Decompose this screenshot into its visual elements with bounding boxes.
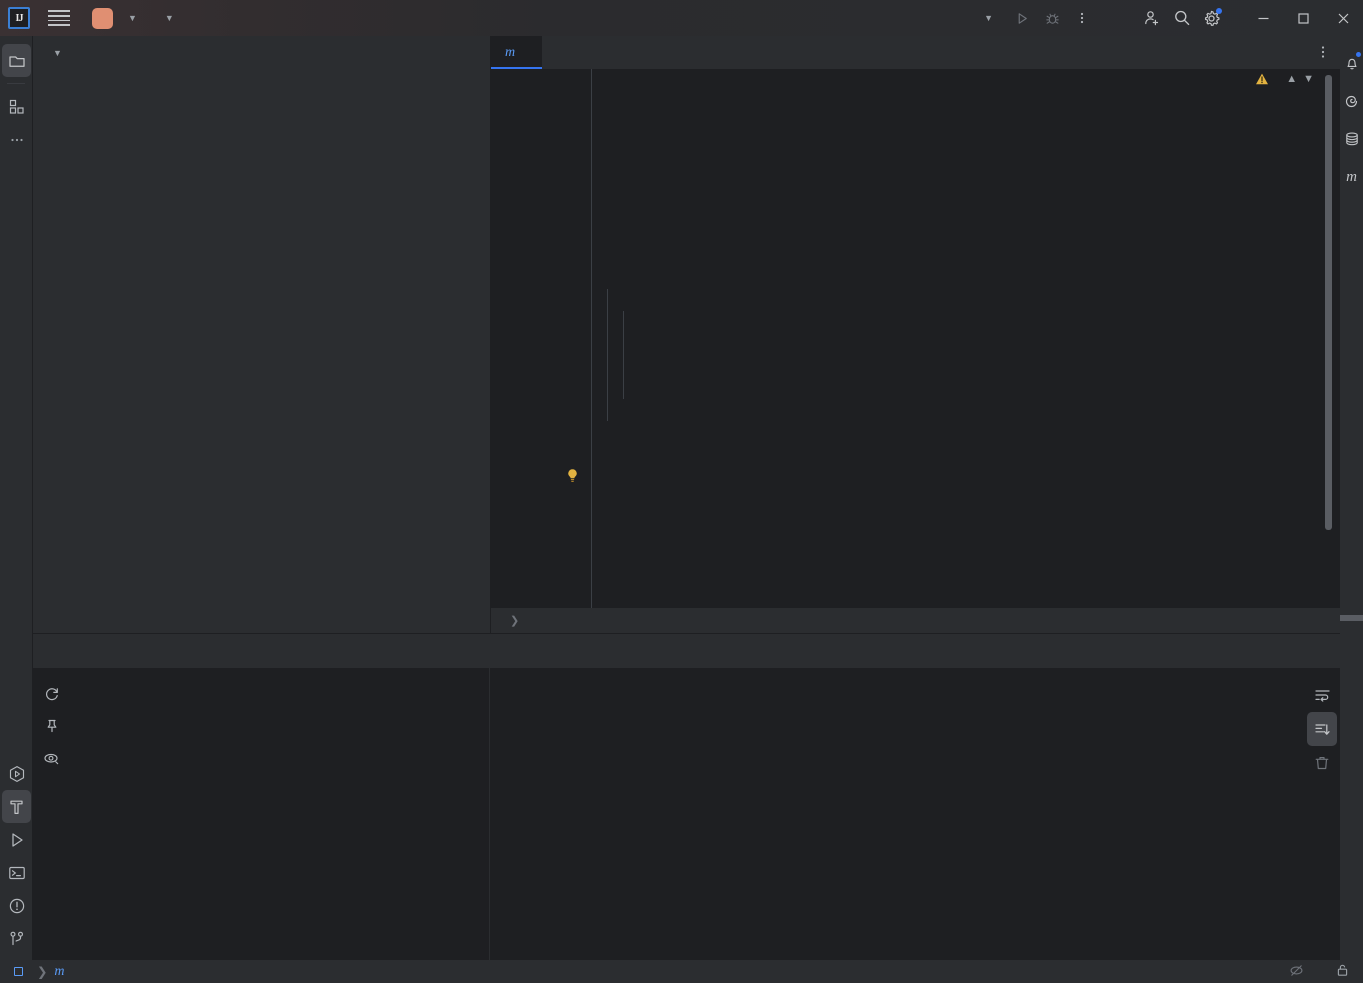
editor-area: m ▲ ▼ ❯ [491, 36, 1363, 633]
tab-sync[interactable] [71, 634, 81, 668]
project-tool-window: ▼ [33, 36, 491, 633]
settings-badge [1216, 8, 1222, 14]
build-tool-icon[interactable] [2, 790, 31, 823]
database-icon[interactable] [1340, 120, 1363, 158]
more-vertical-icon[interactable] [1067, 3, 1097, 33]
problems-tool-icon[interactable] [0, 889, 33, 922]
minimize-icon[interactable] [1243, 0, 1283, 36]
project-panel-header[interactable]: ▼ [33, 36, 490, 70]
delete-icon[interactable] [1304, 746, 1340, 780]
build-left-toolbar [33, 668, 70, 961]
build-right-toolbar [1304, 668, 1340, 961]
pin-icon[interactable] [33, 710, 70, 742]
build-tool-window [33, 633, 1340, 961]
status-right-group [1241, 963, 1363, 981]
chevron-right-icon: ❯ [37, 964, 48, 979]
chevron-down-icon: ▼ [164, 13, 174, 23]
code-editor[interactable]: ▲ ▼ [491, 69, 1363, 622]
run-tool-icon[interactable] [0, 823, 33, 856]
filter-eye-icon[interactable] [33, 742, 70, 774]
run-configuration-selector[interactable]: ▼ [978, 13, 993, 23]
maven-tool-icon[interactable]: m [1340, 158, 1363, 196]
chevron-down-icon[interactable]: ▼ [1303, 73, 1314, 85]
more-vertical-icon[interactable] [1316, 44, 1330, 65]
chevron-up-icon[interactable]: ▲ [1286, 73, 1297, 85]
breadcrumb[interactable]: ❯ [491, 608, 1340, 633]
debug-icon[interactable] [1037, 3, 1067, 33]
module-icon [14, 967, 23, 976]
intellij-logo-icon: IJ [8, 7, 30, 29]
title-bar: IJ ▼ ▼ ▼ [0, 0, 1363, 36]
soft-wrap-icon[interactable] [1304, 678, 1340, 712]
project-selector[interactable]: ▼ [92, 7, 137, 29]
build-console[interactable] [490, 668, 1304, 961]
inspection-widget[interactable]: ▲ ▼ [1255, 72, 1314, 86]
editor-vertical-scrollbar[interactable] [1325, 75, 1332, 530]
build-results-tree[interactable] [70, 668, 490, 961]
version-control-menu[interactable]: ▼ [159, 13, 174, 23]
left-tool-rail [0, 36, 33, 983]
search-icon[interactable] [1167, 3, 1197, 33]
refresh-icon[interactable] [33, 678, 70, 710]
notification-badge [1356, 52, 1361, 57]
hamburger-icon[interactable] [48, 5, 74, 31]
project-badge-icon [92, 7, 113, 29]
structure-tool-icon[interactable] [0, 90, 33, 123]
chevron-down-icon: ▼ [984, 13, 993, 23]
line-number-gutter [491, 69, 554, 622]
run-icon[interactable] [1007, 3, 1037, 33]
more-tools-icon[interactable] [0, 123, 33, 156]
maven-file-icon: m [54, 963, 65, 979]
chevron-right-icon: ❯ [510, 615, 520, 627]
project-tool-icon[interactable] [2, 44, 31, 77]
build-tab-bar [33, 634, 1340, 668]
git-branch-icon[interactable] [0, 922, 33, 955]
project-tree[interactable] [33, 70, 490, 74]
inspections-off-icon[interactable] [1289, 963, 1304, 981]
status-breadcrumb[interactable]: ❯ m [0, 964, 71, 980]
run-anything-icon[interactable] [0, 757, 33, 790]
gear-icon[interactable] [1197, 3, 1227, 33]
notifications-icon[interactable] [1340, 44, 1363, 82]
maximize-icon[interactable] [1283, 0, 1323, 36]
chevron-down-icon[interactable]: ▼ [53, 48, 62, 58]
intention-bulb-icon[interactable] [566, 468, 579, 489]
titlebar-right-group: ▼ [978, 0, 1363, 36]
code-content[interactable] [554, 69, 1340, 622]
warning-icon [1256, 73, 1269, 85]
close-icon[interactable] [1323, 0, 1363, 36]
maven-file-icon: m [505, 44, 516, 60]
right-tool-rail: m [1340, 36, 1363, 983]
chevron-down-icon: ▼ [128, 13, 137, 23]
status-bar: ❯ m [0, 960, 1363, 983]
terminal-tool-icon[interactable] [0, 856, 33, 889]
build-body [33, 668, 1340, 961]
editor-tab-bar: m [491, 36, 1340, 69]
rail-divider [7, 83, 25, 84]
add-account-icon[interactable] [1137, 3, 1167, 33]
lock-icon[interactable] [1336, 963, 1349, 980]
scroll-to-end-icon[interactable] [1307, 712, 1337, 746]
editor-tab-pom-xml[interactable]: m [491, 36, 543, 69]
ai-assistant-icon[interactable] [1340, 82, 1363, 120]
